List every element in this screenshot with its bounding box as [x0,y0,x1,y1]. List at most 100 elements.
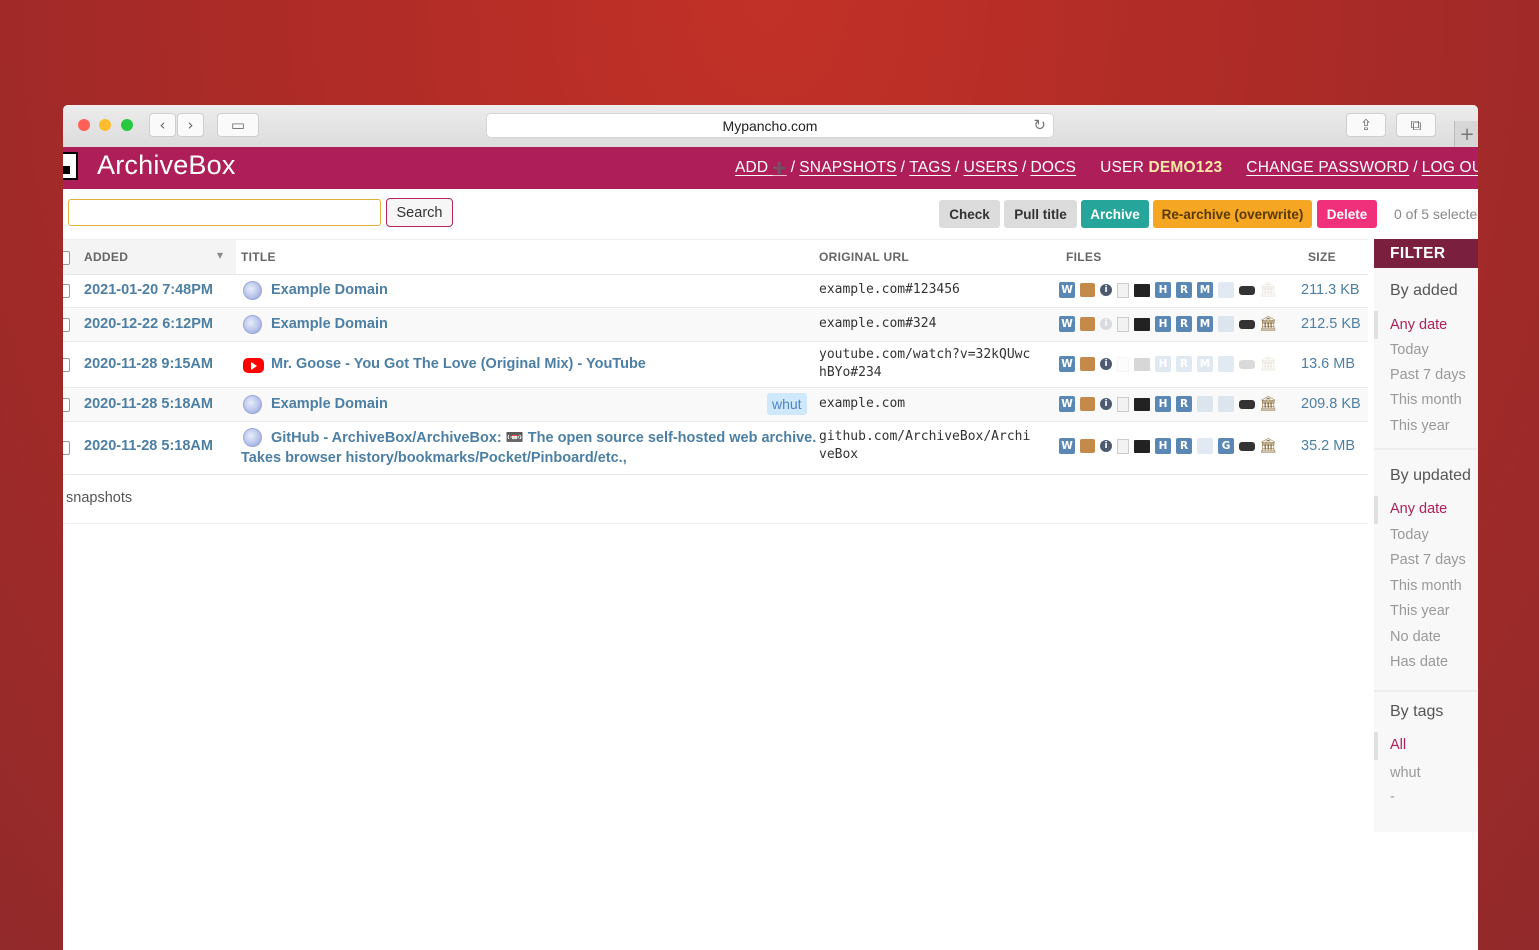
pdf-icon[interactable] [1117,438,1129,454]
row-size[interactable]: 212.5 KB [1301,316,1361,332]
logout-link[interactable]: LOG OUT [1422,159,1478,176]
filter-added-past-7-days[interactable]: Past 7 days [1390,367,1466,383]
warc-icon[interactable] [1080,283,1095,297]
column-title[interactable]: TITLE [241,250,276,264]
table-row[interactable]: 2020-11-28 5:18AM Example Domain whut ex… [63,388,1368,422]
info-icon[interactable]: i [1100,284,1112,296]
filter-added-this-month[interactable]: This month [1390,392,1462,408]
row-added-date[interactable]: 2020-12-22 6:12PM [84,316,213,332]
row-url[interactable]: youtube.com/watch?v=32kQUwc hBYo#234 [819,346,1030,382]
change-password-link[interactable]: CHANGE PASSWORD [1246,159,1409,176]
info-icon[interactable]: i [1100,440,1112,452]
column-size[interactable]: SIZE [1308,250,1336,264]
wget-icon[interactable]: W [1059,396,1075,412]
html-icon[interactable]: H [1155,438,1171,454]
row-added-date[interactable]: 2021-01-20 7:48PM [84,282,213,298]
filter-tag-none[interactable]: - [1390,789,1395,805]
row-checkbox[interactable] [63,441,70,455]
column-files[interactable]: FILES [1066,250,1102,264]
row-url[interactable]: example.com [819,395,905,413]
readability-icon[interactable]: R [1176,316,1192,332]
warc-icon[interactable] [1080,439,1095,453]
row-added-date[interactable]: 2020-11-28 5:18AM [84,438,213,454]
row-size[interactable]: 209.8 KB [1301,396,1361,412]
filter-updated-this-year[interactable]: This year [1390,603,1450,619]
archive-button[interactable]: Archive [1081,200,1149,228]
row-checkbox[interactable] [63,398,70,412]
tabs-overview-button[interactable]: ⧉ [1396,113,1436,137]
media-icon[interactable] [1239,319,1255,329]
filter-tag-all[interactable]: All [1390,737,1406,753]
warc-icon[interactable] [1080,317,1095,331]
pdf-icon[interactable] [1117,396,1129,412]
close-window-button[interactable] [78,119,90,131]
html-icon[interactable]: H [1155,316,1171,332]
check-button[interactable]: Check [939,200,1000,228]
row-title-link[interactable]: GitHub - ArchiveBox/ArchiveBox: 📼 The op… [271,429,816,446]
row-title-link-continued[interactable]: Takes browser history/bookmarks/Pocket/P… [241,450,627,466]
nav-snapshots[interactable]: SNAPSHOTS [799,159,896,176]
wget-icon[interactable]: W [1059,282,1075,298]
filter-added-this-year[interactable]: This year [1390,418,1450,434]
row-title-link[interactable]: Example Domain [271,396,388,412]
nav-docs[interactable]: DOCS [1030,159,1076,176]
row-url[interactable]: example.com#324 [819,315,936,333]
address-bar[interactable]: Mypancho.com ↻ [486,113,1054,138]
forward-button[interactable]: › [177,113,204,137]
media-icon[interactable] [1239,441,1255,451]
wget-icon[interactable]: W [1059,356,1075,372]
search-button[interactable]: Search [386,198,453,227]
row-title-link[interactable]: Example Domain [271,282,388,298]
screenshot-icon[interactable] [1134,439,1150,453]
reload-icon[interactable]: ↻ [1033,116,1046,134]
row-added-date[interactable]: 2020-11-28 5:18AM [84,396,213,412]
table-row[interactable]: 2020-11-28 9:15AM Mr. Goose - You Got Th… [63,342,1368,388]
row-url[interactable]: example.com#123456 [819,281,960,299]
table-row[interactable]: 2020-12-22 6:12PM Example Domain example… [63,308,1368,342]
info-icon[interactable]: i [1100,358,1112,370]
filter-updated-today[interactable]: Today [1390,527,1429,543]
column-original-url[interactable]: ORIGINAL URL [819,250,909,264]
new-tab-button[interactable]: + [1454,121,1478,147]
row-checkbox[interactable] [63,318,70,332]
row-size[interactable]: 13.6 MB [1301,356,1355,372]
table-row[interactable]: 2021-01-20 7:48PM Example Domain example… [63,274,1368,308]
filter-updated-any-date[interactable]: Any date [1390,501,1447,517]
warc-icon[interactable] [1080,357,1095,371]
readability-icon[interactable]: R [1176,438,1192,454]
minimize-window-button[interactable] [99,119,111,131]
nav-add[interactable]: ADD ➕ [735,159,787,176]
row-checkbox[interactable] [63,358,70,372]
git-icon[interactable]: G [1218,438,1234,454]
wget-icon[interactable]: W [1059,438,1075,454]
html-icon[interactable]: H [1155,282,1171,298]
filter-updated-has-date[interactable]: Has date [1390,654,1448,670]
brand-title[interactable]: ArchiveBox [97,150,236,181]
sort-desc-icon[interactable]: ▾ [217,248,223,262]
share-button[interactable]: ⇪ [1346,113,1386,137]
pdf-icon[interactable] [1117,282,1129,298]
row-size[interactable]: 211.3 KB [1301,282,1360,298]
screenshot-icon[interactable] [1134,283,1150,297]
wget-icon[interactable]: W [1059,316,1075,332]
row-checkbox[interactable] [63,284,70,298]
pull-title-button[interactable]: Pull title [1004,200,1077,228]
screenshot-icon[interactable] [1134,397,1150,411]
filter-updated-this-month[interactable]: This month [1390,578,1462,594]
info-icon[interactable]: i [1100,398,1112,410]
media-icon[interactable] [1239,285,1255,295]
readability-icon[interactable]: R [1176,282,1192,298]
delete-button[interactable]: Delete [1317,200,1377,228]
html-icon[interactable]: H [1155,396,1171,412]
filter-updated-past-7-days[interactable]: Past 7 days [1390,552,1466,568]
nav-users[interactable]: USERS [964,159,1018,176]
nav-tags[interactable]: TAGS [909,159,951,176]
tag-badge[interactable]: whut [767,393,807,415]
row-size[interactable]: 35.2 MB [1301,438,1355,454]
filter-updated-no-date[interactable]: No date [1390,629,1441,645]
filter-added-any-date[interactable]: Any date [1390,317,1447,333]
archive-org-icon[interactable]: 🏛 [1259,438,1277,454]
back-button[interactable]: ‹ [149,113,176,137]
rearchive-button[interactable]: Re-archive (overwrite) [1153,200,1312,228]
archive-org-icon[interactable]: 🏛 [1259,316,1277,332]
